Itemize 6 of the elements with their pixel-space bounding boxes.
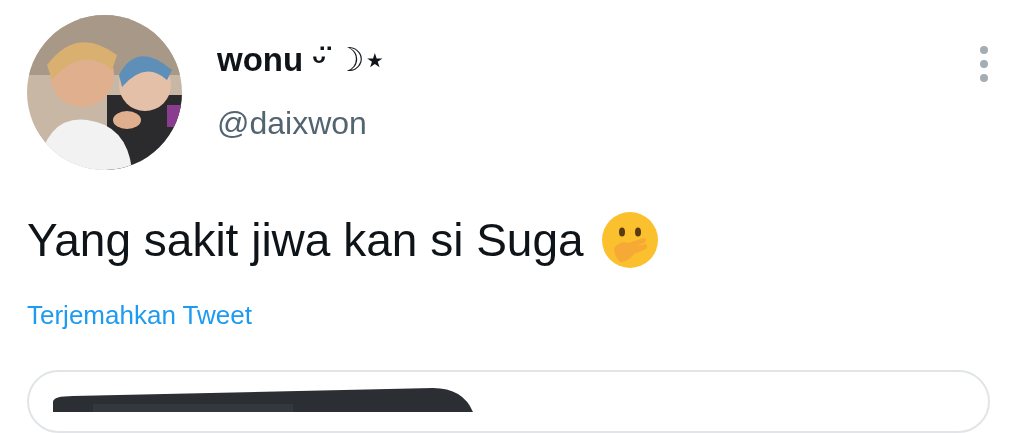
display-name: wonu ᵕ̈ ☽⋆ — [217, 40, 387, 80]
translate-link[interactable]: Terjemahkan Tweet — [27, 298, 252, 332]
tweet-text: Yang sakit jiwa kan si Suga — [27, 213, 584, 268]
face-with-hand-over-mouth-icon — [599, 210, 660, 270]
quoted-card[interactable] — [27, 370, 990, 433]
username: @daixwon — [217, 104, 368, 143]
